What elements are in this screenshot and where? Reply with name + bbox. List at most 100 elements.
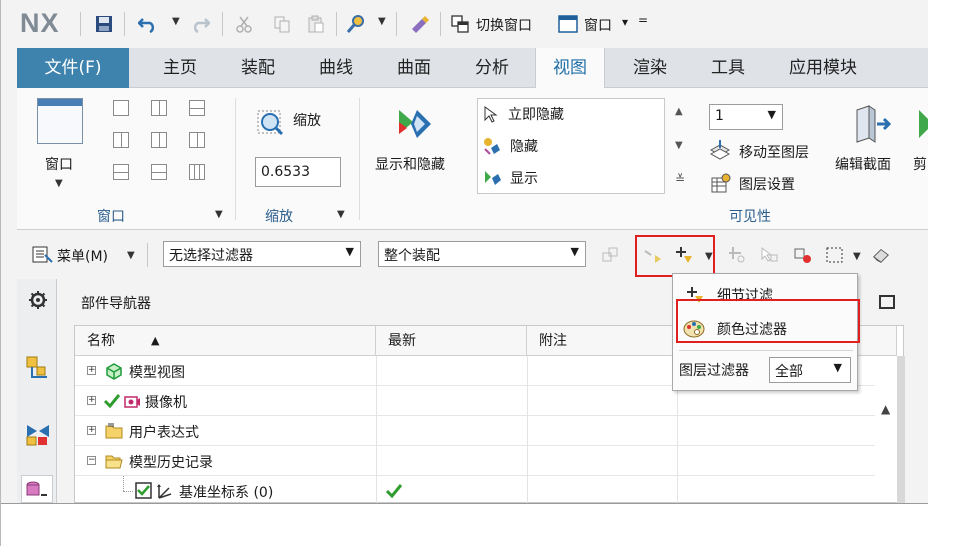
save-icon[interactable] (94, 14, 114, 34)
column-header-latest[interactable]: 最新 (376, 326, 527, 356)
menu-icon[interactable] (31, 245, 53, 265)
touch-mode-icon[interactable] (410, 14, 430, 34)
toolbar-separator (147, 243, 148, 267)
assembly-navigator-icon[interactable] (25, 355, 51, 381)
scroll-up-icon[interactable]: ▲ (881, 402, 890, 416)
window-menu-icon[interactable] (558, 14, 578, 34)
layout-two-horizontal-icon[interactable] (189, 100, 205, 116)
paste-icon[interactable] (306, 14, 326, 34)
show-item[interactable]: 显示 (482, 165, 538, 191)
tab-curve[interactable]: 曲线 (303, 48, 369, 88)
select-mode-dropdown-icon[interactable]: ▼ (853, 251, 861, 262)
tree-row-label: 基准坐标系 (0) (179, 485, 274, 501)
tab-home[interactable]: 主页 (147, 48, 213, 88)
layer-settings-label[interactable]: 图层设置 (739, 174, 795, 194)
tree-row-model-history[interactable]: − 模型历史记录 (75, 446, 875, 476)
command-finder-icon[interactable] (346, 14, 366, 34)
undo-icon[interactable] (138, 14, 158, 34)
deselect-all-icon[interactable] (793, 245, 813, 265)
tab-file[interactable]: 文件(F) (17, 48, 129, 88)
show-and-hide-label[interactable]: 显示和隐藏 (375, 154, 445, 174)
hide-immediately-item[interactable]: 立即隐藏 (482, 101, 564, 127)
tree-connector (123, 476, 124, 491)
rectangle-select-icon[interactable] (825, 245, 845, 265)
constraint-navigator-icon[interactable] (25, 421, 51, 447)
gallery-scroll-down-icon[interactable]: ▼ (675, 140, 683, 151)
copy-icon[interactable] (272, 14, 292, 34)
window-menu-dropdown-icon[interactable]: ▾ (622, 15, 628, 29)
selection-scope-select[interactable]: 整个装配 ▼ (378, 241, 586, 267)
edit-section-icon[interactable] (849, 102, 893, 146)
layout-three-bottom-icon[interactable] (151, 164, 167, 180)
menu-button-label[interactable]: 菜单(M) (57, 246, 108, 266)
tab-tools[interactable]: 工具 (695, 48, 761, 88)
layout-three-right-icon[interactable] (151, 132, 167, 148)
filter-assembly-icon[interactable] (601, 245, 621, 265)
nx-application-window: NX ▼ ▼ 切换窗口 窗口 ▾ = 文件(F) 主页 装配 曲线 曲面 分析 … (0, 0, 928, 503)
window-group-more-icon[interactable]: ▼ (215, 209, 223, 220)
expand-icon[interactable]: + (87, 426, 96, 435)
layout-three-top-icon[interactable] (113, 164, 129, 180)
zoom-icon[interactable] (255, 106, 285, 136)
zoom-button-label[interactable]: 缩放 (293, 110, 321, 130)
tree-row-user-expressions[interactable]: + 用户表达式 (75, 416, 875, 446)
redo-icon[interactable] (190, 14, 210, 34)
menu-separator (679, 350, 853, 351)
expand-icon[interactable]: + (87, 396, 96, 405)
zoom-scale-input[interactable]: 0.6533 (255, 157, 341, 187)
layout-four-icon[interactable] (189, 132, 205, 148)
layer-filter-select[interactable]: 全部 ▼ (769, 357, 851, 383)
move-to-layer-label[interactable]: 移动至图层 (739, 142, 809, 162)
window-dropdown-icon[interactable]: ▼ (55, 178, 63, 189)
switch-window-icon[interactable] (450, 14, 470, 34)
layout-two-vertical-icon[interactable] (151, 100, 167, 116)
layout-three-left-icon[interactable] (113, 132, 129, 148)
menu-dropdown-icon[interactable]: ▼ (127, 250, 135, 261)
customize-qat-icon[interactable]: = (638, 13, 648, 27)
cut-icon[interactable] (234, 14, 254, 34)
undo-dropdown-icon[interactable]: ▼ (172, 16, 180, 27)
ribbon-panel-view: 窗口 ▼ 窗口 ▼ 缩放 0.6533 缩放 ▼ 显示和隐藏 立即隐藏 隐藏 显… (17, 88, 928, 230)
edit-section-label[interactable]: 编辑截面 (835, 154, 891, 174)
collapse-icon[interactable]: − (87, 456, 96, 465)
window-large-icon[interactable] (37, 98, 83, 144)
tab-analysis[interactable]: 分析 (459, 48, 525, 88)
chevron-down-icon: ▼ (345, 245, 354, 258)
tree-row-datum-csys[interactable]: 基准坐标系 (0) (75, 476, 875, 503)
part-navigator-tab-icon[interactable] (21, 475, 53, 503)
layer-settings-icon[interactable] (709, 172, 731, 194)
work-layer-select[interactable]: 1 ▼ (709, 104, 783, 130)
eraser-icon[interactable] (871, 245, 891, 265)
window-menu-label[interactable]: 窗口 (584, 15, 612, 35)
layout-single-icon[interactable] (113, 100, 129, 116)
switch-window-label[interactable]: 切换窗口 (476, 15, 532, 35)
tab-view[interactable]: 视图 (535, 48, 605, 89)
tab-surface[interactable]: 曲面 (381, 48, 447, 88)
toolbar-separator (80, 12, 81, 36)
command-finder-dropdown-icon[interactable]: ▼ (378, 16, 386, 27)
tab-applications[interactable]: 应用模块 (775, 48, 871, 88)
move-to-layer-icon[interactable] (709, 140, 731, 162)
hide-icon (484, 138, 500, 155)
column-header-notes[interactable]: 附注 (527, 326, 677, 356)
column-header-name[interactable]: 名称 ▲ (75, 326, 376, 356)
work-layer-value: 1 (715, 108, 724, 124)
clip-section-icon[interactable] (915, 106, 928, 142)
layout-six-icon[interactable] (189, 164, 205, 180)
select-all-icon[interactable] (759, 245, 779, 265)
zoom-group-more-icon[interactable]: ▼ (337, 209, 345, 220)
gallery-expand-icon[interactable]: ≚ (675, 172, 685, 186)
window-button-label[interactable]: 窗口 (45, 154, 73, 174)
expand-icon[interactable]: + (87, 366, 96, 375)
snap-point-icon[interactable] (727, 245, 747, 265)
tab-render[interactable]: 渲染 (617, 48, 683, 88)
hide-item[interactable]: 隐藏 (482, 133, 538, 159)
tab-assembly[interactable]: 装配 (225, 48, 291, 88)
clip-section-label[interactable]: 剪 (913, 154, 927, 174)
gallery-scroll-up-icon[interactable]: ▲ (675, 106, 683, 117)
vertical-scrollbar[interactable] (897, 356, 905, 503)
show-and-hide-icon[interactable] (393, 102, 437, 146)
settings-gear-icon[interactable] (25, 287, 51, 313)
type-filter-select[interactable]: 无选择过滤器 ▼ (163, 241, 361, 267)
maximize-icon[interactable] (879, 295, 895, 309)
